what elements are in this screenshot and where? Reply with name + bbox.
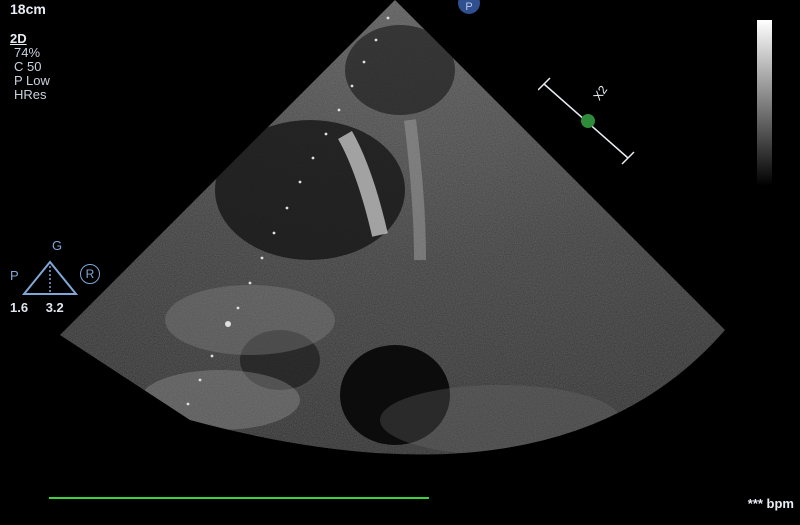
probe-value-right: 3.2: [45, 300, 64, 315]
param-power: P Low: [14, 73, 50, 88]
ecg-trace: [49, 497, 429, 499]
probe-marker: G P R 1.6 3.2: [8, 238, 108, 320]
ultrasound-sector: [60, 0, 725, 455]
mode-label: 2D: [10, 31, 27, 46]
imaging-parameters: 18cm 2D 74% C 50 P Low HRes: [10, 2, 50, 102]
heart-rate-readout: *** bpm: [747, 496, 794, 511]
depth-label: 18cm: [10, 1, 46, 17]
probe-marker-values: 1.6 3.2: [10, 300, 78, 315]
probe-value-left: 1.6: [10, 300, 29, 315]
param-resolution: HRes: [14, 87, 47, 102]
grayscale-bar: [757, 20, 772, 186]
probe-marker-left-label: P: [10, 268, 19, 283]
param-gain-percent: 74%: [14, 45, 41, 60]
probe-triangle-icon: [22, 260, 78, 295]
param-compression: C 50: [14, 59, 42, 74]
probe-marker-top-label: G: [52, 238, 63, 253]
probe-marker-right-label: R: [80, 264, 100, 284]
zoom-indicator-icon[interactable]: [538, 74, 638, 174]
